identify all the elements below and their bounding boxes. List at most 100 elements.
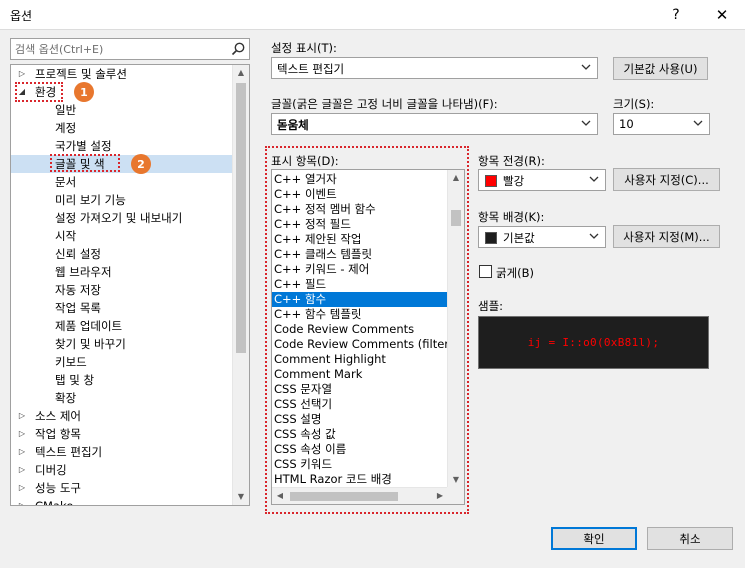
foreground-color-swatch	[485, 175, 497, 187]
collapsed-arrow-icon[interactable]: ▷	[17, 443, 27, 461]
sample-text: ij = I::o0(0xB81l);	[527, 336, 660, 349]
collapsed-arrow-icon[interactable]: ▷	[17, 65, 27, 83]
tree-item-label: 소스 제어	[35, 409, 81, 423]
collapsed-arrow-icon[interactable]: ▷	[17, 407, 27, 425]
highlight-environment	[15, 82, 63, 102]
tree-item[interactable]: ▷ 소스 제어	[11, 407, 233, 425]
scroll-down-icon[interactable]: ▼	[233, 489, 249, 505]
search-icon[interactable]	[230, 41, 246, 57]
tree-item[interactable]: ▷ 작업 항목	[11, 425, 233, 443]
custom-background-button[interactable]: 사용자 지정(M)...	[613, 225, 720, 248]
collapsed-arrow-icon[interactable]: ▷	[17, 497, 27, 505]
collapsed-arrow-icon[interactable]: ▷	[17, 461, 27, 479]
tree-item[interactable]: ▷ 프로젝트 및 솔루션	[11, 65, 233, 83]
annotation-badge-2: 2	[131, 154, 151, 174]
sample-label: 샘플:	[478, 299, 504, 313]
tree-item-label: 디버깅	[35, 463, 67, 477]
options-tree: ▷ 프로젝트 및 솔루션 ◢ 환경 일반 계정 국가별 설정 글꼴 및 색 문서 미리 보기 기능…	[10, 64, 250, 506]
tree-item[interactable]: 탭 및 창	[11, 371, 233, 389]
tree-item[interactable]: 웹 브라우저	[11, 263, 233, 281]
bold-label: 굵게(B)	[496, 266, 535, 280]
tree-item[interactable]: 미리 보기 기능	[11, 191, 233, 209]
tree-item-label: 프로젝트 및 솔루션	[35, 67, 127, 81]
tree-item[interactable]: 글꼴 및 색	[11, 155, 233, 173]
bold-checkbox[interactable]	[479, 265, 492, 278]
chevron-down-icon	[589, 233, 599, 239]
tree-item-label: CMake	[35, 497, 73, 505]
tree-item-label: 키보드	[55, 355, 87, 369]
tree-item-label: 텍스트 편집기	[35, 445, 103, 459]
size-dropdown[interactable]: 10	[613, 113, 710, 135]
highlight-fonts-colors	[50, 154, 120, 172]
tree-item[interactable]: 계정	[11, 119, 233, 137]
window-title: 옵션	[10, 9, 33, 23]
annotation-badge-1: 1	[74, 82, 94, 102]
font-dropdown[interactable]: 돋움체	[271, 113, 598, 135]
tree-item[interactable]: 키보드	[11, 353, 233, 371]
foreground-value: 빨강	[503, 174, 525, 188]
tree-item[interactable]: 제품 업데이트	[11, 317, 233, 335]
sample-preview: ij = I::o0(0xB81l);	[478, 316, 709, 369]
tree-item[interactable]: 신뢰 설정	[11, 245, 233, 263]
show-settings-label: 설정 표시(T):	[271, 41, 337, 55]
tree-item[interactable]: 확장	[11, 389, 233, 407]
tree-item[interactable]: 시작	[11, 227, 233, 245]
foreground-label: 항목 전경(R):	[478, 154, 545, 168]
ok-button[interactable]: 확인	[551, 527, 637, 550]
background-dropdown[interactable]: 기본값	[478, 226, 606, 248]
search-input[interactable]	[11, 39, 221, 59]
tree-item-label: 자동 저장	[55, 283, 101, 297]
tree-item-label: 작업 목록	[55, 301, 101, 315]
options-tree-list: ▷ 프로젝트 및 솔루션 ◢ 환경 일반 계정 국가별 설정 글꼴 및 색 문서 미리 보기 기능…	[11, 65, 233, 505]
tree-item[interactable]: 일반	[11, 101, 233, 119]
background-color-swatch	[485, 232, 497, 244]
tree-item-label: 설정 가져오기 및 내보내기	[55, 211, 183, 225]
custom-foreground-button[interactable]: 사용자 지정(C)...	[613, 168, 720, 191]
font-label: 글꼴(굵은 글꼴은 고정 너비 글꼴을 나타냄)(F):	[271, 97, 498, 111]
tree-item[interactable]: 작업 목록	[11, 299, 233, 317]
size-value: 10	[619, 117, 634, 131]
tree-item[interactable]: ▷ 텍스트 편집기	[11, 443, 233, 461]
tree-item-label: 작업 항목	[35, 427, 81, 441]
tree-item-label: 국가별 설정	[55, 139, 112, 153]
show-settings-dropdown[interactable]: 텍스트 편집기	[271, 57, 598, 79]
collapsed-arrow-icon[interactable]: ▷	[17, 425, 27, 443]
tree-item[interactable]: ▷ 디버깅	[11, 461, 233, 479]
tree-item[interactable]: 국가별 설정	[11, 137, 233, 155]
tree-item-label: 성능 도구	[35, 481, 81, 495]
font-value: 돋움체	[277, 118, 309, 132]
tree-item-label: 확장	[55, 391, 77, 405]
tree-item-label: 제품 업데이트	[55, 319, 123, 333]
tree-item-label: 탭 및 창	[55, 373, 95, 387]
tree-item[interactable]: 찾기 및 바꾸기	[11, 335, 233, 353]
tree-scrollbar[interactable]: ▲ ▼	[232, 65, 249, 505]
tree-item-label: 미리 보기 기능	[55, 193, 126, 207]
scroll-thumb[interactable]	[236, 83, 246, 353]
chevron-down-icon	[589, 176, 599, 182]
tree-item-label: 일반	[55, 103, 77, 117]
highlight-display-items	[265, 146, 469, 514]
tree-item[interactable]: 설정 가져오기 및 내보내기	[11, 209, 233, 227]
help-button[interactable]: ?	[656, 0, 696, 30]
chevron-down-icon	[693, 120, 703, 126]
size-label: 크기(S):	[613, 97, 655, 111]
use-defaults-button[interactable]: 기본값 사용(U)	[613, 57, 708, 80]
search-box	[10, 38, 250, 60]
chevron-down-icon	[581, 64, 591, 70]
chevron-down-icon	[581, 120, 591, 126]
tree-item-label: 찾기 및 바꾸기	[55, 337, 126, 351]
tree-item[interactable]: 자동 저장	[11, 281, 233, 299]
background-value: 기본값	[503, 231, 535, 245]
show-settings-value: 텍스트 편집기	[277, 62, 345, 76]
collapsed-arrow-icon[interactable]: ▷	[17, 479, 27, 497]
foreground-dropdown[interactable]: 빨강	[478, 169, 606, 191]
cancel-button[interactable]: 취소	[647, 527, 733, 550]
background-label: 항목 배경(K):	[478, 210, 545, 224]
tree-item[interactable]: ▷ 성능 도구	[11, 479, 233, 497]
tree-item-label: 문서	[55, 175, 77, 189]
tree-item-label: 신뢰 설정	[55, 247, 101, 261]
close-button[interactable]: ✕	[702, 0, 742, 30]
scroll-up-icon[interactable]: ▲	[233, 65, 249, 81]
tree-item[interactable]: ▷ CMake	[11, 497, 233, 505]
tree-item[interactable]: 문서	[11, 173, 233, 191]
